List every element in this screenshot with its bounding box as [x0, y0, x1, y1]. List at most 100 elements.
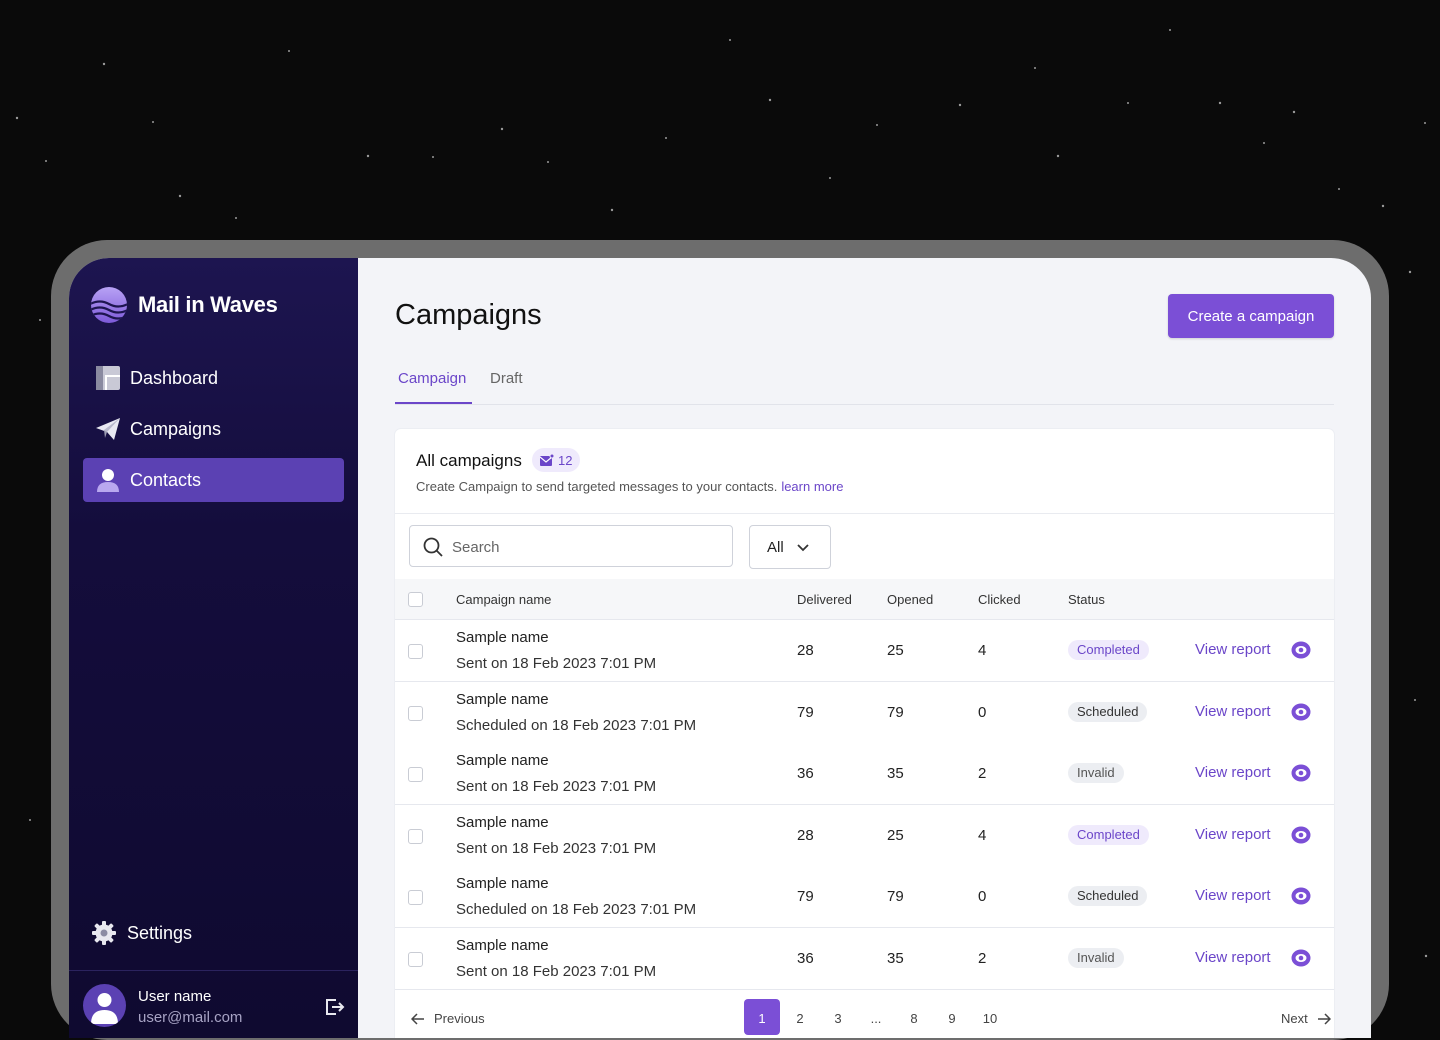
- clicked-count: 4: [978, 642, 987, 659]
- opened-count: 79: [887, 703, 904, 721]
- logout-icon[interactable]: [323, 996, 345, 1018]
- table-row: Sample name Scheduled on 18 Feb 2023 7:0…: [395, 866, 1334, 928]
- campaign-count-badge: 12: [532, 448, 581, 472]
- page-title: Campaigns: [395, 299, 542, 331]
- column-header-clicked: Clicked: [978, 592, 1021, 607]
- sidebar-item-label: Contacts: [130, 469, 202, 490]
- clicked-count: 0: [978, 888, 987, 905]
- avatar[interactable]: [83, 984, 126, 1027]
- divider: [69, 970, 358, 971]
- campaign-date: Sent on 18 Feb 2023 7:01 PM: [456, 839, 657, 857]
- card-title: All campaigns: [416, 451, 522, 470]
- status-badge: Invalid: [1068, 763, 1124, 783]
- page-number-2[interactable]: 2: [782, 999, 818, 1035]
- clicked-count: 0: [978, 703, 987, 721]
- delivered-count: 36: [797, 949, 814, 967]
- table-header: Campaign name Delivered Opened Clicked S…: [395, 579, 1334, 620]
- opened-count: 35: [887, 949, 904, 967]
- column-header-opened: Opened: [887, 592, 934, 607]
- campaign-name: Sample name: [456, 752, 549, 769]
- mail-icon: [540, 453, 554, 466]
- status-badge: Completed: [1068, 824, 1149, 845]
- sidebar-nav: Dashboard Campaigns Contacts: [83, 356, 344, 509]
- search-box: [409, 525, 733, 567]
- eye-icon[interactable]: [1291, 948, 1311, 968]
- view-report-link[interactable]: View report: [1195, 887, 1271, 904]
- eye-icon[interactable]: [1291, 825, 1311, 845]
- main-content: Campaigns Create a campaign Campaign Dra…: [358, 258, 1371, 1038]
- user-email: user@mail.com: [138, 1009, 243, 1026]
- opened-count: 79: [887, 888, 904, 905]
- tab-draft[interactable]: Draft: [490, 370, 523, 387]
- view-report-link[interactable]: View report: [1195, 641, 1271, 658]
- page-number-8[interactable]: 8: [896, 999, 932, 1035]
- eye-icon[interactable]: [1291, 702, 1311, 722]
- status-badge: Invalid: [1068, 947, 1124, 968]
- page-number-1[interactable]: 1: [744, 999, 780, 1035]
- status-filter-dropdown[interactable]: All: [749, 525, 831, 569]
- campaign-date: Sent on 18 Feb 2023 7:01 PM: [456, 962, 657, 980]
- sidebar-item-settings[interactable]: Settings: [91, 920, 192, 946]
- campaign-name: Sample name: [456, 629, 549, 646]
- delivered-count: 79: [797, 703, 814, 721]
- delivered-count: 36: [797, 765, 814, 782]
- search-input[interactable]: [450, 536, 724, 558]
- create-campaign-button[interactable]: Create a campaign: [1168, 294, 1334, 338]
- sidebar-item-contacts[interactable]: Contacts: [83, 458, 344, 502]
- pagination: Previous 1 2 3... 8 9 10 Next: [395, 989, 1334, 1038]
- view-report-link[interactable]: View report: [1195, 764, 1271, 781]
- select-all-checkbox[interactable]: [408, 592, 423, 607]
- row-checkbox[interactable]: [408, 828, 423, 844]
- delivered-count: 28: [797, 642, 814, 659]
- chevron-down-icon: [797, 544, 809, 552]
- sidebar-item-campaigns[interactable]: Campaigns: [83, 407, 344, 451]
- card-subtitle: Create Campaign to send targeted message…: [416, 479, 843, 494]
- app-name: Mail in Waves: [138, 292, 278, 317]
- view-report-link[interactable]: View report: [1195, 826, 1271, 843]
- learn-more-link[interactable]: learn more: [781, 479, 843, 494]
- arrow-right-icon: [1317, 1012, 1331, 1025]
- app-logo: Mail in Waves: [90, 286, 278, 324]
- table-row: Sample name Sent on 18 Feb 2023 7:01 PM …: [395, 927, 1334, 990]
- page-number-10[interactable]: 10: [972, 999, 1008, 1035]
- eye-icon[interactable]: [1291, 886, 1311, 906]
- clicked-count: 2: [978, 949, 987, 967]
- page-number-9[interactable]: 9: [934, 999, 970, 1035]
- active-tab-indicator: [395, 402, 472, 404]
- pagination-ellipsis: ...: [870, 1011, 882, 1026]
- status-badge: Scheduled: [1068, 886, 1148, 906]
- campaign-count: 12: [558, 452, 573, 468]
- paper-plane-icon: [95, 416, 121, 442]
- sidebar-item-dashboard[interactable]: Dashboard: [83, 356, 344, 400]
- filter-selected-value: All: [767, 539, 784, 556]
- tab-campaign[interactable]: Campaign: [398, 370, 466, 387]
- view-report-link[interactable]: View report: [1195, 703, 1271, 720]
- campaign-name: Sample name: [456, 875, 549, 892]
- view-report-link[interactable]: View report: [1195, 949, 1271, 966]
- page-number-3[interactable]: 3: [820, 999, 856, 1035]
- sidebar-item-label: Campaigns: [130, 418, 222, 439]
- campaign-date: Scheduled on 18 Feb 2023 7:01 PM: [456, 716, 697, 734]
- campaign-date: Sent on 18 Feb 2023 7:01 PM: [456, 778, 657, 795]
- card-header: All campaigns 12 Create Campaign to send…: [395, 429, 1334, 514]
- app-window: Mail in Waves Dashboard Campaigns Contac…: [69, 258, 1371, 1038]
- row-checkbox[interactable]: [408, 644, 423, 659]
- campaigns-card: All campaigns 12 Create Campaign to send…: [395, 429, 1334, 1038]
- row-checkbox[interactable]: [408, 767, 423, 782]
- eye-icon[interactable]: [1291, 763, 1311, 783]
- sidebar-item-label: Dashboard: [130, 367, 219, 388]
- eye-icon[interactable]: [1291, 640, 1311, 660]
- status-badge: Scheduled: [1068, 701, 1148, 722]
- table-row: Sample name Sent on 18 Feb 2023 7:01 PM …: [395, 620, 1334, 682]
- delivered-count: 79: [797, 888, 814, 905]
- row-checkbox[interactable]: [408, 705, 423, 721]
- clicked-count: 4: [978, 826, 987, 844]
- table-row: Sample name Sent on 18 Feb 2023 7:01 PM …: [395, 743, 1334, 805]
- campaign-date: Sent on 18 Feb 2023 7:01 PM: [456, 655, 657, 672]
- column-header-status: Status: [1068, 592, 1105, 607]
- row-checkbox[interactable]: [408, 890, 423, 905]
- opened-count: 25: [887, 826, 904, 844]
- opened-count: 35: [887, 765, 904, 782]
- row-checkbox[interactable]: [408, 951, 423, 967]
- delivered-count: 28: [797, 826, 814, 844]
